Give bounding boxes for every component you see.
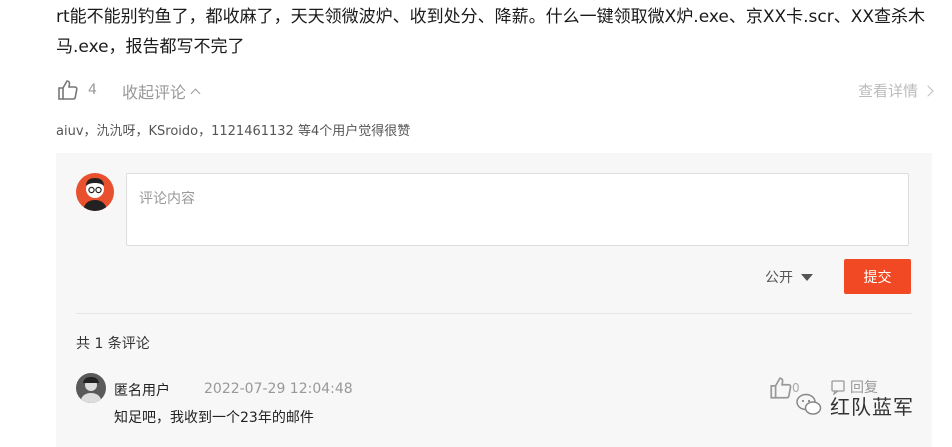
comment-timestamp: 2022-07-29 12:04:48 [204,381,353,397]
wechat-icon [796,393,822,415]
visibility-label: 公开 [765,270,793,286]
submit-button[interactable]: 提交 [844,259,911,294]
visibility-dropdown[interactable]: 公开 [765,267,813,287]
thumbs-up-icon [58,80,78,100]
avatar [76,173,114,211]
anonymous-user-icon [80,377,102,403]
post-content: rt能不能别钓鱼了，都收麻了，天天领微波炉、收到处分、降薪。什么一键领取微X炉.… [56,7,926,57]
comment-item: 匿名用户 2022-07-29 12:04:48 知足吧，我收到一个23年的邮件… [76,373,912,433]
watermark-text: 红队蓝军 [830,394,914,419]
thumbs-up-icon[interactable] [768,375,794,401]
comment-count: 共 1 条评论 [76,336,150,352]
caret-down-icon [801,273,813,281]
view-details-label: 查看详情 [857,82,918,100]
user-avatar-icon [83,178,107,211]
view-details-link[interactable]: 查看详情 [857,80,934,101]
post-action-bar: 4 收起评论 查看详情 [56,78,936,104]
collapse-comments-button[interactable]: 收起评论 [122,79,201,103]
like-button[interactable]: 4 [56,78,97,102]
likers-summary: aiuv，氿氿呀，KSroido，1121461132 等4个用户觉得很赞 [56,124,411,139]
comment-input[interactable]: 评论内容 [126,173,909,246]
chevron-right-icon [922,84,934,97]
watermark: 红队蓝军 [794,390,914,420]
comment-author[interactable]: 匿名用户 [114,380,170,400]
collapse-comments-label: 收起评论 [122,83,187,102]
divider [76,313,912,314]
chevron-up-icon [190,88,201,98]
comment-text: 知足吧，我收到一个23年的邮件 [114,410,314,426]
avatar [76,373,106,403]
like-count: 4 [88,82,97,98]
